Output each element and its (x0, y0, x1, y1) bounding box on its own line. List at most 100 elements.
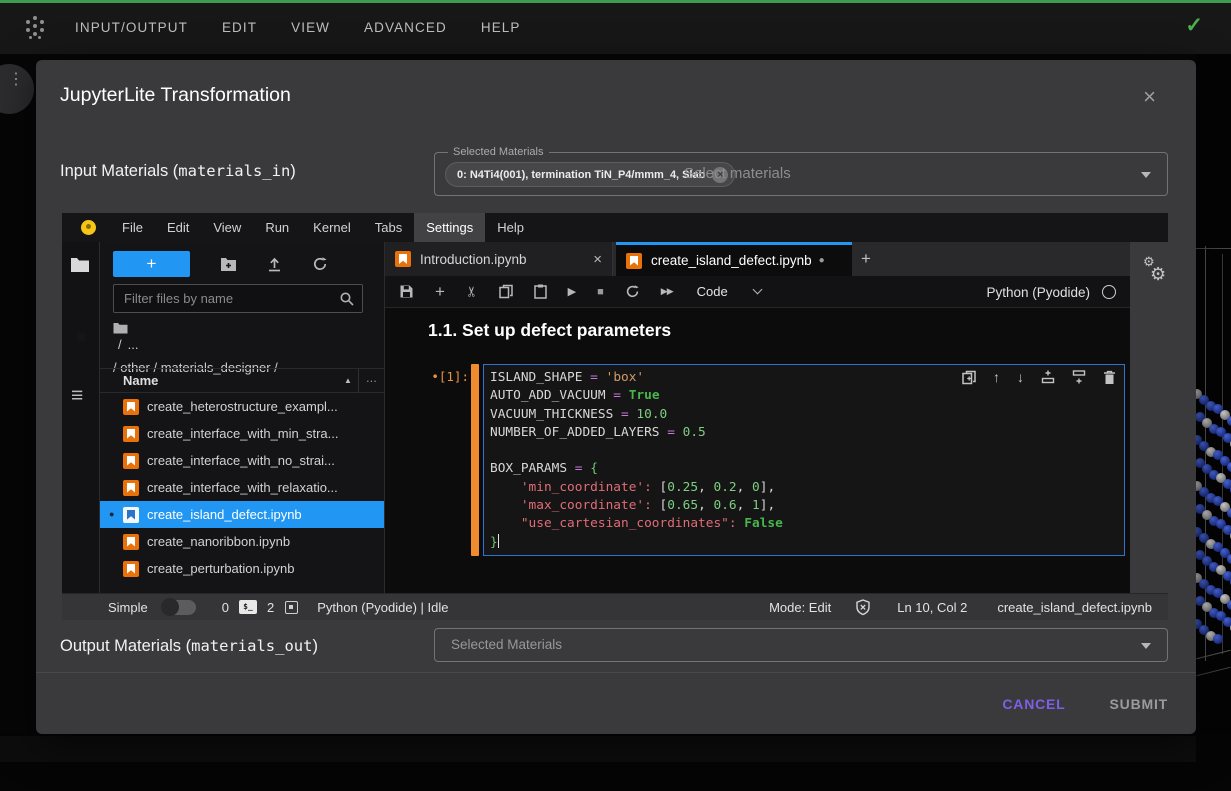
jupyter-menu-kernel[interactable]: Kernel (301, 213, 363, 242)
app-grid-icon[interactable] (24, 16, 48, 40)
code-line: 'min_coordinate': [0.25, 0.2, 0], (490, 479, 1118, 497)
insert-cell-above-icon[interactable] (1041, 370, 1055, 384)
file-list: create_heterostructure_exampl...create_i… (100, 393, 384, 593)
file-browser-tab-icon[interactable] (70, 256, 90, 274)
close-icon[interactable]: × (1143, 86, 1156, 108)
cell-type-dropdown[interactable]: Code (697, 284, 728, 299)
run-icon[interactable]: ▶ (568, 285, 576, 298)
jupyter-menu-file[interactable]: File (110, 213, 155, 242)
duplicate-cell-icon[interactable] (962, 370, 976, 385)
jupyter-status-bar: Simple 0 $_ 2 Python (Pyodide) | Idle Mo… (62, 593, 1168, 620)
upload-icon[interactable] (267, 256, 282, 272)
jupyter-menubar: FileEditViewRunKernelTabsSettingsHelp (62, 213, 1168, 242)
jupyter-menu-edit[interactable]: Edit (155, 213, 201, 242)
move-cell-down-icon[interactable]: ↓ (1017, 369, 1024, 385)
app-menu-view[interactable]: VIEW (291, 20, 330, 35)
file-row[interactable]: ● create_island_defect.ipynb (100, 501, 384, 528)
tab-introduction[interactable]: Introduction.ipynb × (385, 242, 613, 276)
more-column-header[interactable]: ... (366, 370, 377, 385)
insert-cell-icon[interactable]: + (435, 282, 445, 302)
file-list-header[interactable]: Name ▲ ... (100, 368, 384, 393)
notebook-icon (123, 561, 139, 577)
paste-icon[interactable] (534, 284, 547, 299)
jupyterlite-widget: FileEditViewRunKernelTabsSettingsHelp ≡ … (62, 213, 1168, 620)
atom-sphere (1227, 600, 1231, 610)
file-row[interactable]: create_interface_with_no_strai... (100, 447, 384, 474)
jupyter-menu-help[interactable]: Help (485, 213, 536, 242)
folder-icon[interactable] (113, 322, 278, 334)
copy-icon[interactable] (499, 284, 513, 299)
file-row[interactable]: create_nanoribbon.ipynb (100, 528, 384, 555)
chevron-down-icon[interactable] (1141, 172, 1151, 178)
atom-sphere (1227, 508, 1231, 518)
save-icon[interactable] (399, 284, 414, 299)
code-line: AUTO_ADD_VACUUM = True (490, 387, 1118, 405)
dialog-title: JupyterLite Transformation (60, 84, 291, 107)
app-menu-help[interactable]: HELP (481, 20, 521, 35)
terminals-count[interactable]: 0 (222, 600, 229, 615)
tab-bar: Introduction.ipynb × create_island_defec… (385, 242, 1130, 276)
jupyterlite-transformation-dialog: JupyterLite Transformation × Input Mater… (36, 60, 1196, 734)
notebook-icon (123, 507, 139, 523)
cancel-button[interactable]: CANCEL (1002, 696, 1065, 712)
app-menu-input-output[interactable]: INPUT/OUTPUT (75, 20, 188, 35)
app-menu-bar: INPUT/OUTPUT EDIT VIEW ADVANCED HELP (75, 20, 521, 35)
notebook-content[interactable]: 1.1. Set up defect parameters •[1]: ISLA… (385, 308, 1130, 593)
input-materials-select[interactable]: Selected Materials 0: N4Ti4(001), termin… (434, 152, 1168, 196)
stop-icon[interactable]: ■ (597, 286, 604, 298)
terminal-icon: $_ (239, 600, 257, 614)
file-row[interactable]: create_heterostructure_exampl... (100, 393, 384, 420)
chevron-down-icon[interactable] (752, 285, 762, 295)
crystal-viewer-edge (1196, 54, 1231, 791)
file-row[interactable]: create_interface_with_min_stra... (100, 420, 384, 447)
move-cell-up-icon[interactable]: ↑ (993, 369, 1000, 385)
delete-cell-icon[interactable] (1103, 370, 1116, 385)
jupyter-menu-settings[interactable]: Settings (414, 213, 485, 242)
active-cell-bar[interactable] (471, 364, 479, 556)
new-tab-button[interactable]: + (852, 242, 880, 276)
code-editor[interactable]: ISLAND_SHAPE = 'box'AUTO_ADD_VACUUM = Tr… (483, 364, 1125, 556)
submit-button[interactable]: SUBMIT (1110, 696, 1168, 712)
file-name: create_island_defect.ipynb (147, 507, 302, 522)
cursor-position[interactable]: Ln 10, Col 2 (897, 600, 967, 615)
app-menu-edit[interactable]: EDIT (222, 20, 257, 35)
markdown-heading[interactable]: 1.1. Set up defect parameters (428, 320, 671, 341)
table-of-contents-tab-icon[interactable]: ≡ (71, 386, 83, 406)
notebook-icon (395, 251, 411, 267)
code-line: "use_cartesian_coordinates": False (490, 515, 1118, 533)
insert-cell-below-icon[interactable] (1072, 370, 1086, 384)
unsaved-dot: ● (109, 509, 114, 519)
file-row[interactable]: create_perturbation.ipynb (100, 555, 384, 582)
tab-close-icon[interactable]: × (593, 251, 602, 268)
editor-mode[interactable]: Mode: Edit (769, 600, 831, 615)
jupyter-menu-tabs[interactable]: Tabs (363, 213, 414, 242)
restart-kernel-icon[interactable] (625, 284, 640, 299)
tab-create-island-defect[interactable]: create_island_defect.ipynb ● (616, 242, 852, 276)
check-icon[interactable]: ✓ (1185, 13, 1203, 38)
new-launcher-button[interactable]: + (113, 251, 190, 277)
widget-settings-icon[interactable]: ⚙⚙ (1142, 256, 1174, 292)
selected-materials-legend: Selected Materials (448, 146, 549, 158)
refresh-icon[interactable] (312, 256, 328, 272)
simple-mode-toggle[interactable] (162, 600, 196, 615)
kernel-status-text[interactable]: Python (Pyodide) | Idle (317, 600, 448, 615)
filter-files-input[interactable] (114, 285, 362, 312)
unsaved-dot: ● (819, 255, 825, 266)
restart-run-all-icon[interactable]: ▶▶ (661, 286, 673, 297)
output-materials-select[interactable]: Selected Materials (434, 628, 1168, 662)
kernel-name-button[interactable]: Python (Pyodide) (986, 285, 1090, 300)
jupyter-menu-run[interactable]: Run (253, 213, 301, 242)
app-menu-advanced[interactable]: ADVANCED (364, 20, 447, 35)
text-cursor (498, 534, 500, 548)
kernel-status-icon[interactable] (1102, 285, 1116, 299)
chevron-down-icon[interactable] (1141, 643, 1151, 649)
activity-bar: ≡ (62, 242, 100, 593)
screen: INPUT/OUTPUTEDITVIEWADVANCEDHELP ✓ ⋮ Jup… (0, 0, 1231, 791)
kernels-count[interactable]: 2 (267, 600, 274, 615)
new-folder-icon[interactable] (220, 257, 237, 272)
jupyter-menu-view[interactable]: View (201, 213, 253, 242)
file-name: create_nanoribbon.ipynb (147, 534, 290, 549)
cut-icon[interactable]: ✂ (466, 283, 478, 300)
file-row[interactable]: create_interface_with_relaxatio... (100, 474, 384, 501)
shield-x-icon[interactable] (855, 599, 871, 616)
